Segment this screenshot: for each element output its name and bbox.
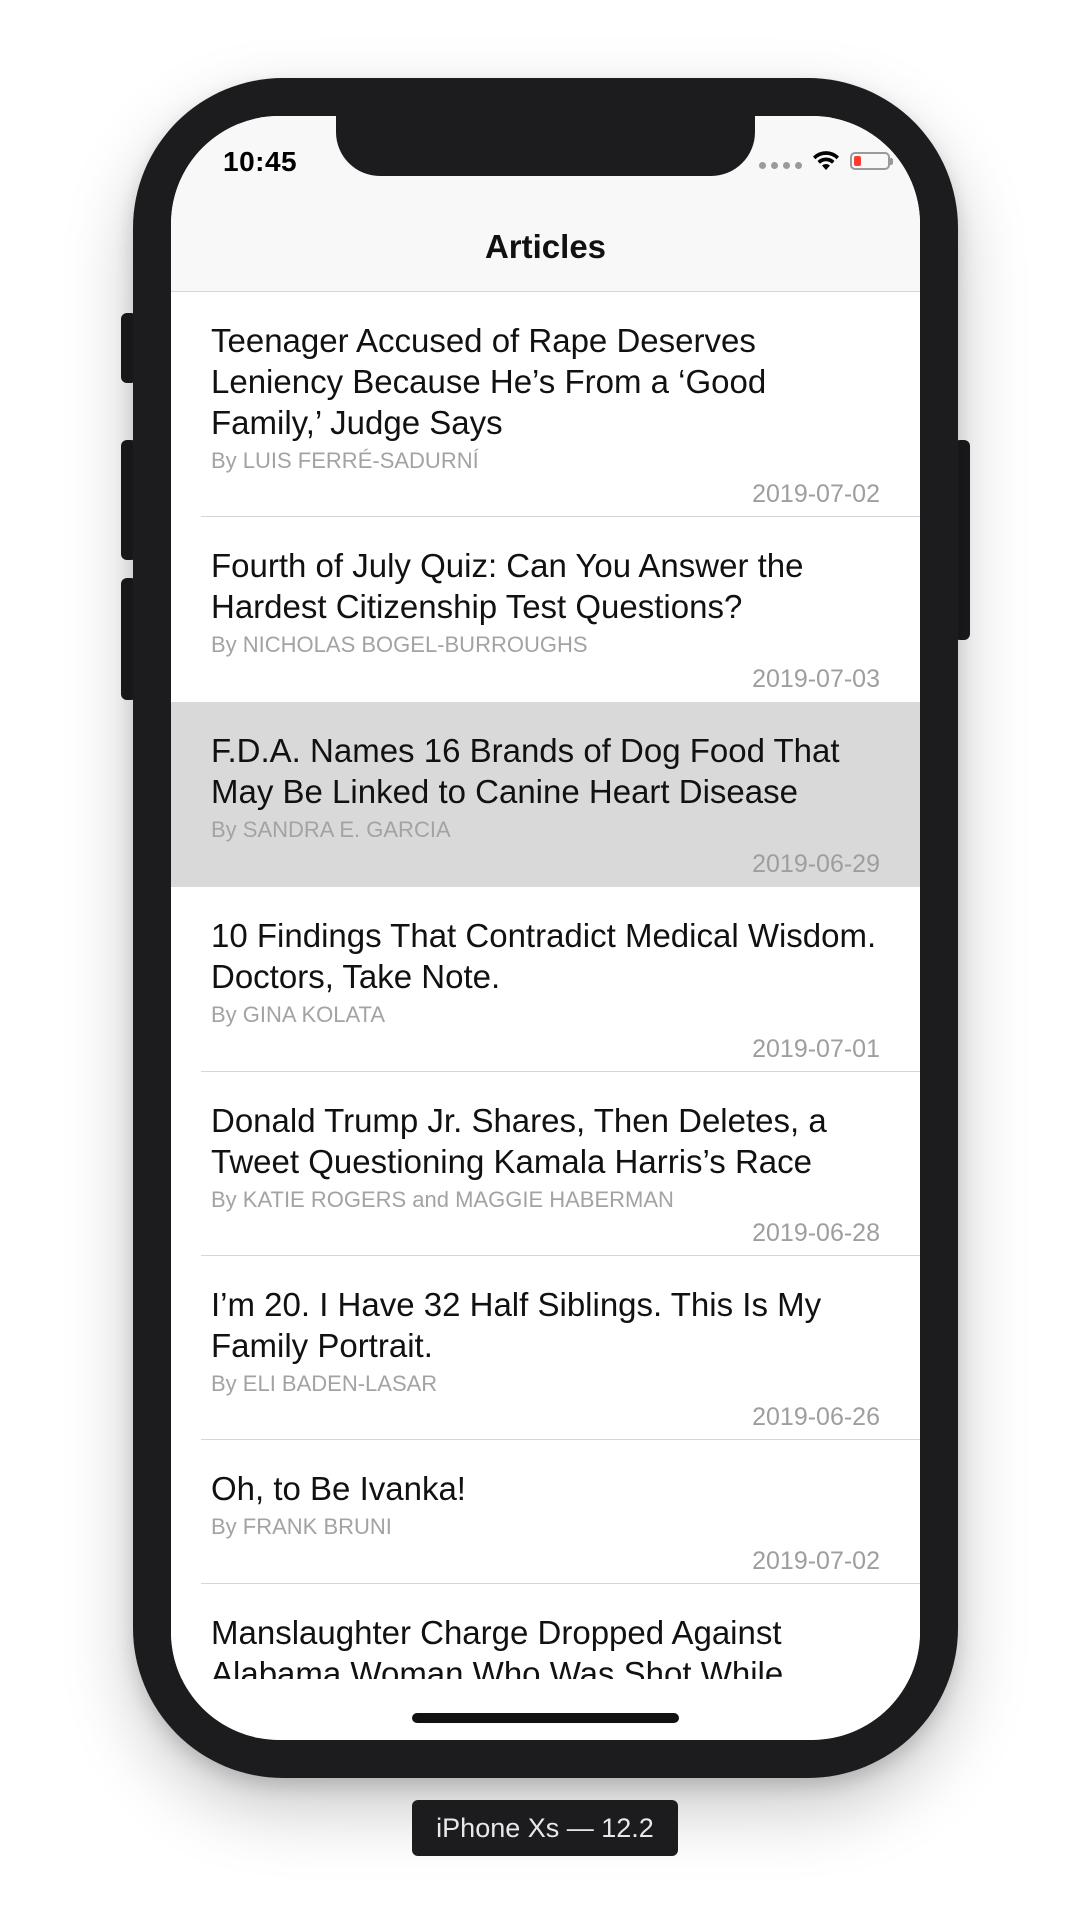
article-author: By GINA KOLATA	[211, 1002, 386, 1027]
article-row-selected[interactable]: F.D.A. Names 16 Brands of Dog Food That …	[171, 702, 920, 887]
signal-dots-icon	[759, 154, 802, 169]
article-date: 2019-06-29	[752, 850, 880, 878]
article-row[interactable]: Donald Trump Jr. Shares, Then Deletes, a…	[171, 1072, 920, 1256]
article-row[interactable]: Teenager Accused of Rape Deserves Lenien…	[171, 292, 920, 517]
article-date: 2019-07-02	[752, 1547, 880, 1575]
article-row[interactable]: Fourth of July Quiz: Can You Answer the …	[171, 517, 920, 702]
home-indicator[interactable]	[412, 1713, 679, 1723]
article-date: 2019-07-01	[752, 1035, 880, 1063]
article-title: F.D.A. Names 16 Brands of Dog Food That …	[211, 732, 840, 810]
article-author: By LUIS FERRÉ-SADURNÍ	[211, 448, 479, 473]
article-title: Fourth of July Quiz: Can You Answer the …	[211, 547, 804, 625]
article-date: 2019-06-26	[752, 1403, 880, 1431]
wifi-icon	[813, 151, 839, 170]
phone-screen: 10:45 Articles Teenager Accused of Rape	[171, 116, 920, 1740]
article-row-partial[interactable]: Manslaughter Charge Dropped Against Alab…	[171, 1584, 920, 1679]
simulator-device-label: iPhone Xs — 12.2	[412, 1800, 678, 1856]
article-author: By FRANK BRUNI	[211, 1514, 392, 1539]
article-row[interactable]: 10 Findings That Contradict Medical Wisd…	[171, 887, 920, 1072]
article-date: 2019-06-28	[752, 1219, 880, 1247]
article-author: By SANDRA E. GARCIA	[211, 817, 451, 842]
article-date: 2019-07-02	[752, 480, 880, 508]
status-time: 10:45	[223, 146, 298, 177]
article-title: Donald Trump Jr. Shares, Then Deletes, a…	[211, 1102, 827, 1180]
article-author: By KATIE ROGERS and MAGGIE HABERMAN	[211, 1187, 674, 1212]
article-author: By NICHOLAS BOGEL-BURROUGHS	[211, 632, 588, 657]
battery-icon	[850, 152, 893, 170]
article-row[interactable]: I’m 20. I Have 32 Half Siblings. This Is…	[171, 1256, 920, 1440]
screen-notch	[336, 116, 755, 176]
article-row[interactable]: Oh, to Be Ivanka! By FRANK BRUNI 2019-07…	[171, 1440, 920, 1584]
article-title: Oh, to Be Ivanka!	[211, 1470, 466, 1507]
article-title: Teenager Accused of Rape Deserves Lenien…	[211, 322, 767, 441]
page-title: Articles	[484, 228, 607, 265]
article-title: 10 Findings That Contradict Medical Wisd…	[211, 917, 877, 995]
articles-list[interactable]: Teenager Accused of Rape Deserves Lenien…	[171, 292, 920, 1679]
status-indicators	[759, 150, 893, 172]
simulator-stage: 10:45 Articles Teenager Accused of Rape	[0, 0, 1090, 1928]
article-title: Manslaughter Charge Dropped Against Alab…	[211, 1614, 784, 1679]
article-author: By ELI BADEN-LASAR	[211, 1371, 438, 1396]
article-title: I’m 20. I Have 32 Half Siblings. This Is…	[211, 1286, 822, 1364]
article-date: 2019-07-03	[752, 665, 880, 693]
